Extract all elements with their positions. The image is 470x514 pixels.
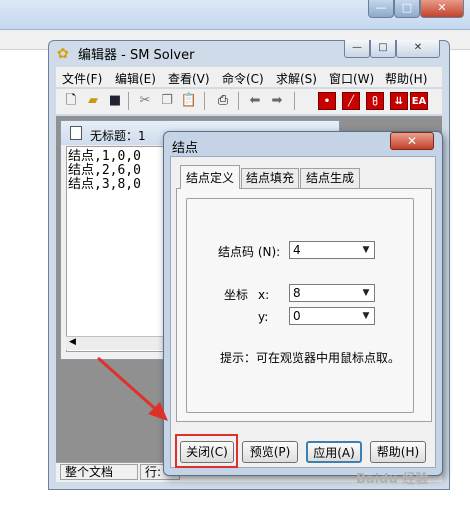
open-folder-icon[interactable]: ▰ [84, 92, 102, 110]
code-line: 结点,1,0,0 [68, 149, 141, 164]
help-button[interactable]: 帮助(H) [370, 441, 426, 463]
load-tool-icon[interactable]: ⇊ [390, 92, 408, 110]
group-box [186, 198, 414, 413]
new-file-icon[interactable]: 🗋 [62, 92, 80, 110]
dialog-close-icon[interactable]: ✕ [390, 132, 434, 150]
menu-solve[interactable]: 求解(S) [276, 70, 317, 87]
save-icon[interactable]: ■ [106, 92, 124, 110]
dialog-title: 结点 [172, 141, 199, 156]
menu-command[interactable]: 命令(C) [222, 70, 264, 87]
y-coordinate-value: 0 [293, 309, 301, 323]
y-coordinate-select[interactable]: 0 ▼ [289, 307, 375, 325]
editor-close-button[interactable]: ✕ [396, 40, 440, 58]
watermark: Baidu 经验 [356, 472, 429, 487]
tab-node-generate[interactable]: 结点生成 [300, 168, 360, 188]
apply-button[interactable]: 应用(A) [306, 441, 362, 463]
editor-maximize-button[interactable]: □ [370, 40, 396, 58]
tab-node-definition[interactable]: 结点定义 [180, 165, 240, 189]
highlight-box [175, 434, 238, 468]
chevron-down-icon[interactable]: ▼ [359, 286, 373, 300]
sm-solver-app-icon: ✿ [57, 46, 69, 62]
document-icon [70, 126, 82, 140]
hint-text: 提示：可在观览器中用鼠标点取。 [220, 351, 401, 365]
chevron-down-icon[interactable]: ▼ [359, 243, 373, 257]
toolbar-separator [238, 92, 239, 110]
scroll-left-icon[interactable]: ◀ [69, 337, 76, 347]
paste-icon[interactable]: 📋 [180, 92, 198, 110]
line-tool-icon[interactable]: ╱ [342, 92, 360, 110]
code-line: 结点,2,6,0 [68, 163, 141, 178]
coordinate-label: 坐标 [224, 288, 249, 302]
toolbar-separator [204, 92, 205, 110]
status-scope: 整个文档 [60, 464, 138, 480]
node-code-select[interactable]: 4 ▼ [289, 241, 375, 259]
chevron-down-icon[interactable]: ▼ [359, 309, 373, 323]
node-tool-icon[interactable]: • [318, 92, 336, 110]
toolbar-separator [128, 92, 129, 110]
x-coordinate-value: 8 [293, 286, 301, 300]
menu-edit[interactable]: 编辑(E) [115, 70, 156, 87]
arrow-left-icon[interactable]: ⬅ [246, 92, 264, 110]
y-label: y: [258, 310, 269, 324]
arrow-right-icon[interactable]: ➡ [268, 92, 286, 110]
cut-icon[interactable]: ✂ [136, 92, 154, 110]
x-coordinate-select[interactable]: 8 ▼ [289, 284, 375, 302]
copy-icon[interactable]: ❐ [158, 92, 176, 110]
tab-node-fill[interactable]: 结点填充 [241, 168, 299, 188]
editor-minimize-button[interactable]: — [344, 40, 370, 58]
x-label: x: [258, 288, 270, 302]
preview-button[interactable]: 预览(P) [242, 441, 298, 463]
code-line: 结点,3,8,0 [68, 177, 141, 192]
menu-view[interactable]: 查看(V) [168, 70, 210, 87]
background-close-button[interactable]: ✕ [420, 0, 464, 18]
ea-tool-icon[interactable]: EA [410, 92, 428, 110]
support-tool-icon[interactable]: ⩉ [366, 92, 384, 110]
document-title: 无标题：1 [90, 129, 146, 143]
editor-window-title: 编辑器 - SM Solver [78, 48, 195, 63]
menu-window[interactable]: 窗口(W) [329, 70, 374, 87]
toolbar-separator [294, 92, 295, 110]
background-maximize-button[interactable]: □ [394, 0, 420, 18]
background-minimize-button[interactable]: — [368, 0, 394, 18]
menu-file[interactable]: 文件(F) [62, 70, 102, 87]
print-icon[interactable]: ⎙ [214, 92, 232, 110]
node-code-value: 4 [293, 243, 301, 257]
horizontal-scrollbar[interactable]: ◀ [66, 336, 166, 350]
node-code-label: 结点码 (N): [218, 245, 281, 259]
menu-help[interactable]: 帮助(H) [385, 70, 427, 87]
